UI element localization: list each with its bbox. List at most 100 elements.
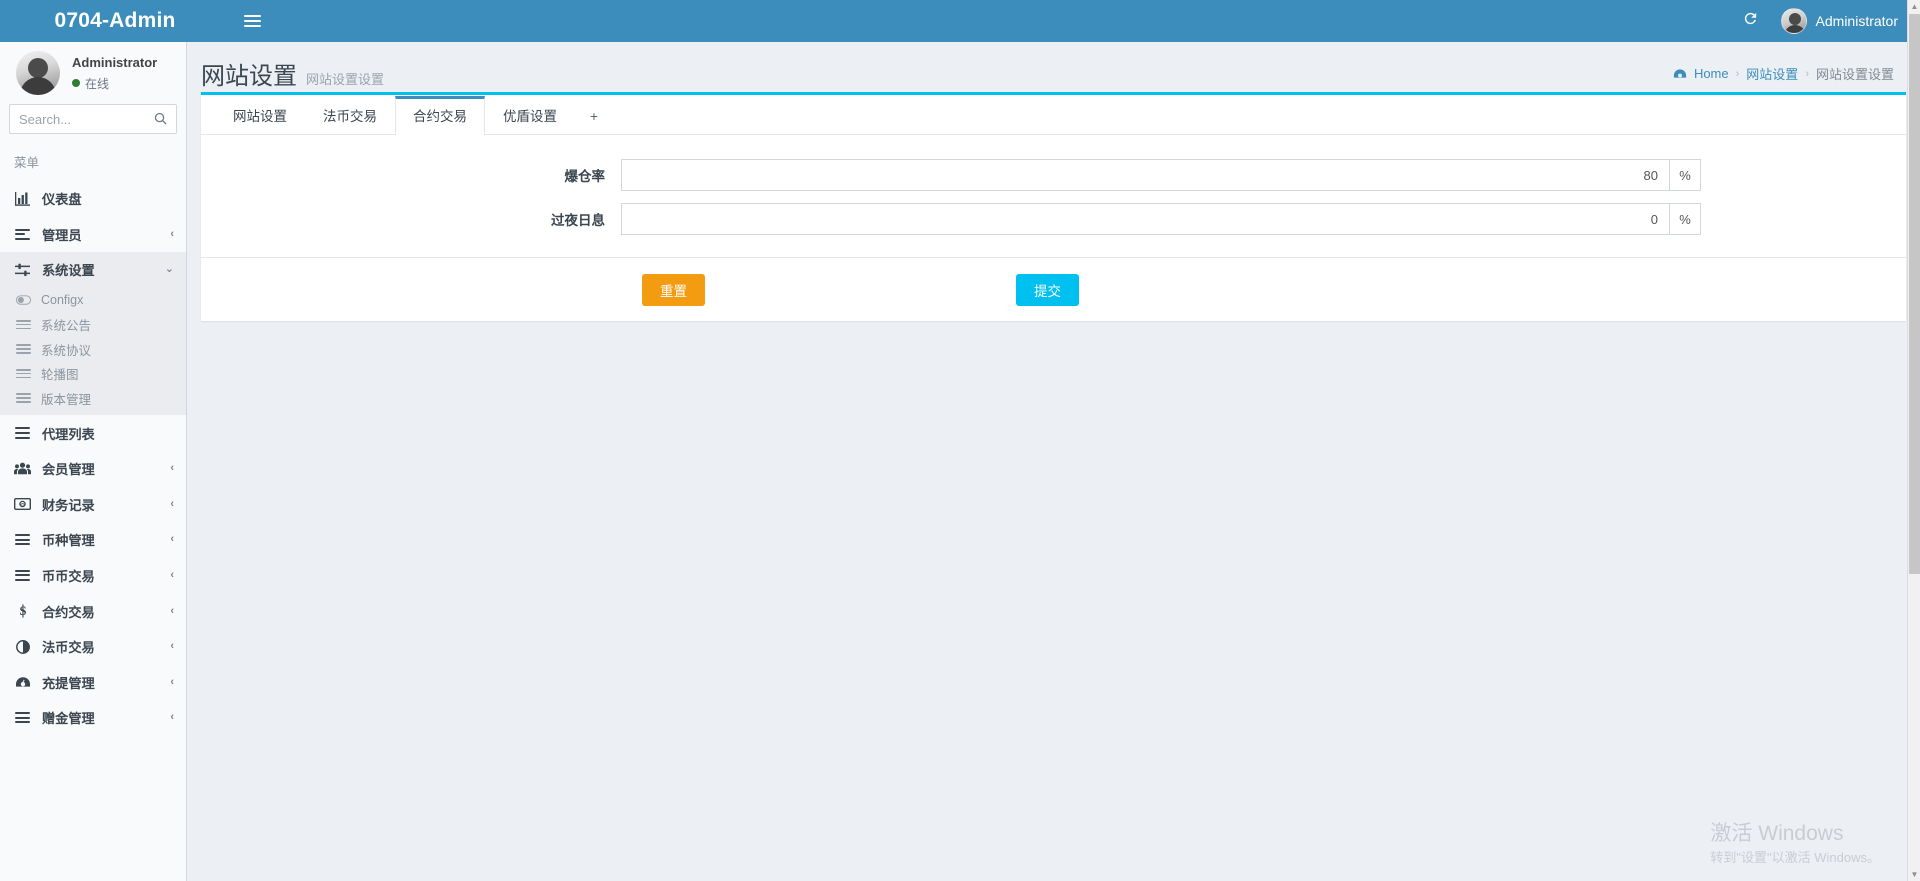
field-label: 爆仓率	[564, 169, 606, 184]
sidebar-item-label: 代理列表	[42, 426, 95, 442]
vertical-scrollbar[interactable]: ▲ ▼	[1907, 0, 1920, 881]
sidebar-item-bonus-management[interactable]: 赠金管理 ‹	[0, 700, 186, 736]
page-title-group: 网站设置 网站设置设置	[201, 56, 384, 91]
card-footer: 重置 提交	[201, 257, 1906, 321]
sidebar-search-wrapper	[0, 104, 186, 134]
tab-add-button[interactable]: +	[575, 96, 613, 135]
percent-addon: %	[1669, 203, 1701, 235]
page-header: 网站设置 网站设置设置 Home › 网站设置 › 网站设置设置	[187, 42, 1920, 92]
sidebar-subitem-configx[interactable]: Configx	[0, 288, 186, 313]
sidebar-item-label: 币种管理	[42, 533, 95, 549]
sidebar-item-contract-trading[interactable]: S 合约交易 ‹	[0, 593, 186, 629]
sidebar-item-label: 财务记录	[42, 497, 95, 513]
sidebar-subitem-version-management[interactable]: 版本管理	[0, 386, 186, 411]
sidebar-subitem-system-announcement[interactable]: 系统公告	[0, 312, 186, 337]
bars-icon	[16, 391, 31, 405]
chevron-left-icon: ‹	[170, 675, 174, 688]
top-header-bar: 0704-Admin Administrator	[0, 0, 1920, 42]
breadcrumb: Home › 网站设置 › 网站设置设置	[1673, 56, 1894, 83]
sliders-icon	[14, 263, 31, 277]
scrollbar-thumb[interactable]	[1909, 14, 1920, 574]
page-title: 网站设置	[201, 63, 297, 90]
users-icon	[14, 462, 31, 475]
dashboard-icon	[1673, 67, 1687, 81]
sidebar-item-agent-list[interactable]: 代理列表	[0, 415, 186, 451]
bars-icon	[16, 318, 31, 332]
sidebar-subitem-system-agreement[interactable]: 系统协议	[0, 337, 186, 362]
tab-website-settings[interactable]: 网站设置	[215, 96, 305, 135]
percent-addon: %	[1669, 159, 1701, 191]
sidebar-avatar	[16, 51, 60, 95]
user-menu-label: Administrator	[1815, 13, 1898, 29]
overnight-interest-input[interactable]	[621, 203, 1669, 235]
sidebar-item-label: 系统设置	[42, 263, 95, 279]
sidebar-item-admin[interactable]: 管理员 ‹	[0, 217, 186, 253]
form-row-liquidation-rate: 爆仓率 %	[201, 159, 1906, 191]
app-brand-logo[interactable]: 0704-Admin	[0, 0, 230, 42]
submit-button[interactable]: 提交	[1016, 274, 1079, 306]
sidebar-user-info: Administrator 在线	[72, 55, 157, 92]
contrast-icon	[14, 639, 31, 654]
bars-icon	[14, 532, 31, 548]
chevron-left-icon: ‹	[170, 497, 174, 510]
search-input[interactable]	[10, 105, 176, 133]
chevron-left-icon: ‹	[170, 462, 174, 475]
sidebar-item-finance-records[interactable]: @ 财务记录 ‹	[0, 486, 186, 522]
sidebar-subitem-carousel[interactable]: 轮播图	[0, 361, 186, 386]
sidebar-item-member-management[interactable]: 会员管理 ‹	[0, 451, 186, 487]
sidebar-subitem-label: Configx	[41, 293, 84, 308]
sidebar-subitem-label: 轮播图	[41, 368, 79, 383]
toggle-icon	[16, 295, 31, 305]
settings-card: 网站设置 法币交易 合约交易 优盾设置 + 爆仓率 % 过夜日息 %	[201, 92, 1906, 321]
refresh-button[interactable]	[1731, 0, 1771, 42]
breadcrumb-home[interactable]: Home	[1694, 66, 1729, 81]
sidebar-item-coin-trading[interactable]: 币币交易 ‹	[0, 558, 186, 594]
search-icon[interactable]	[153, 111, 168, 126]
settings-form: 爆仓率 % 过夜日息 %	[201, 135, 1906, 257]
scroll-down-arrow-icon[interactable]: ▼	[1908, 868, 1920, 881]
tab-contract-trading[interactable]: 合约交易	[395, 96, 485, 135]
sidebar-item-fiat-trading[interactable]: 法币交易 ‹	[0, 629, 186, 665]
sidebar-user-status: 在线	[72, 75, 157, 92]
bars-icon	[14, 425, 31, 441]
liquidation-rate-input[interactable]	[621, 159, 1669, 191]
chevron-left-icon: ‹	[170, 604, 174, 617]
hamburger-icon	[243, 12, 261, 30]
sidebar-item-label: 币币交易	[42, 568, 95, 584]
refresh-icon	[1742, 10, 1759, 32]
sidebar-toggle-button[interactable]	[230, 0, 274, 42]
list-icon	[14, 226, 31, 242]
field-label: 过夜日息	[551, 213, 605, 228]
sidebar-item-label: 赠金管理	[42, 711, 95, 727]
tab-bar: 网站设置 法币交易 合约交易 优盾设置 +	[201, 95, 1906, 135]
page-subtitle: 网站设置设置	[306, 72, 385, 87]
sidebar-item-dashboard[interactable]: 仪表盘	[0, 181, 186, 217]
watermark-line-2: 转到"设置"以激活 Windows。	[1710, 850, 1880, 865]
sidebar-subitem-label: 系统公告	[41, 319, 92, 334]
breadcrumb-level2[interactable]: 网站设置	[1746, 64, 1798, 83]
bars-icon	[16, 367, 31, 381]
sidebar-item-deposit-withdraw[interactable]: 充提管理 ‹	[0, 664, 186, 700]
breadcrumb-separator: ›	[1735, 67, 1740, 80]
bars-icon	[16, 342, 31, 356]
breadcrumb-current: 网站设置设置	[1815, 67, 1894, 82]
sidebar-user-panel[interactable]: Administrator 在线	[0, 42, 186, 104]
sidebar-item-label: 会员管理	[42, 462, 95, 478]
watermark-line-1: 激活 Windows	[1710, 822, 1844, 845]
sidebar-submenu-system-settings: Configx 系统公告 系统协议 轮播图 版本管理	[0, 287, 186, 416]
reset-button[interactable]: 重置	[642, 274, 705, 306]
sidebar-item-label: 仪表盘	[42, 192, 82, 208]
scroll-up-arrow-icon[interactable]: ▲	[1908, 0, 1920, 13]
user-menu-button[interactable]: Administrator	[1771, 0, 1906, 42]
avatar	[1780, 8, 1807, 34]
sidebar: Administrator 在线 菜单 仪表盘 管理员 ‹	[0, 42, 187, 881]
sidebar-item-system-settings[interactable]: 系统设置 ⌄	[0, 252, 186, 288]
online-status-dot-icon	[72, 79, 80, 87]
sidebar-item-currency-management[interactable]: 币种管理 ‹	[0, 522, 186, 558]
bars-icon	[14, 567, 31, 583]
sidebar-menu-header: 菜单	[14, 156, 40, 170]
search-box	[9, 104, 177, 134]
tab-fiat-trading[interactable]: 法币交易	[305, 96, 395, 135]
input-group-liquidation-rate: %	[621, 159, 1701, 191]
tab-ukey-settings[interactable]: 优盾设置	[485, 96, 575, 135]
